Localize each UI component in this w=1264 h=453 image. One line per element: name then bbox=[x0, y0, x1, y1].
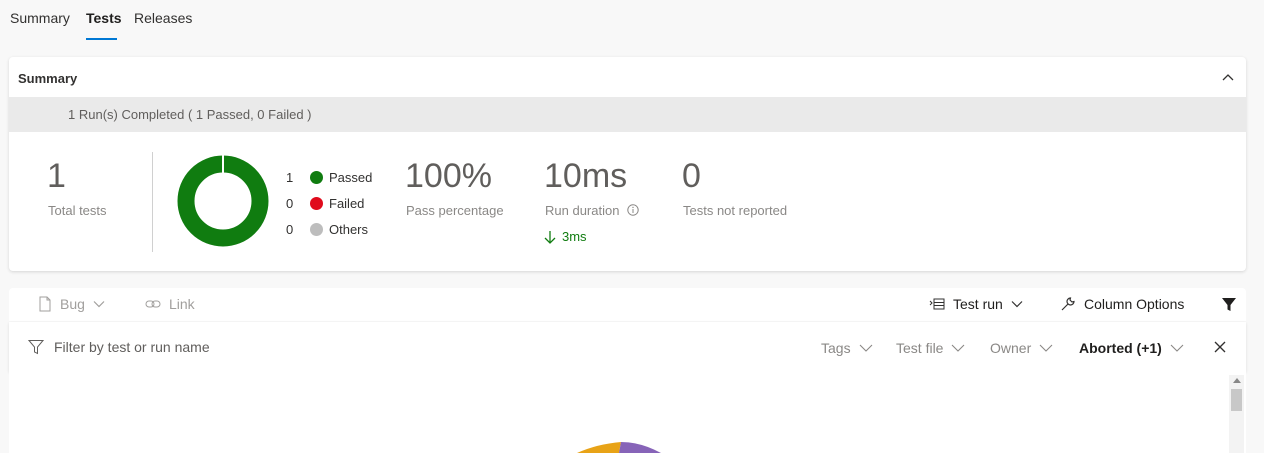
legend-passed-count: 1 bbox=[286, 170, 294, 185]
outcome-donut-chart bbox=[177, 155, 269, 247]
tab-tests[interactable]: Tests bbox=[86, 10, 122, 26]
passed-dot-icon bbox=[310, 171, 323, 184]
failed-dot-icon bbox=[310, 197, 323, 210]
tab-releases[interactable]: Releases bbox=[134, 10, 192, 26]
column-options-button[interactable]: Column Options bbox=[1060, 296, 1184, 312]
vertical-scrollbar[interactable] bbox=[1229, 375, 1244, 453]
run-summary-banner: 1 Run(s) Completed ( 1 Passed, 0 Failed … bbox=[9, 97, 1246, 132]
run-duration-label-wrap: Run duration bbox=[545, 203, 639, 218]
summary-card: Summary 1 Run(s) Completed ( 1 Passed, 0… bbox=[9, 57, 1246, 271]
legend-failed-count: 0 bbox=[286, 196, 294, 211]
filter-bar: Filter by test or run name Tags Test fil… bbox=[9, 322, 1246, 372]
legend-others: 0 Others bbox=[286, 222, 368, 237]
filter-outline-icon bbox=[28, 340, 44, 355]
wrench-icon bbox=[1061, 297, 1075, 311]
legend-failed-label: Failed bbox=[329, 196, 365, 211]
link-icon bbox=[145, 300, 161, 308]
chevron-down-icon bbox=[952, 344, 965, 352]
divider bbox=[152, 152, 153, 252]
legend-passed-label: Passed bbox=[329, 170, 373, 185]
donut-passed-segment bbox=[177, 155, 269, 247]
link-button[interactable]: Link bbox=[145, 296, 195, 312]
results-content bbox=[9, 372, 1246, 453]
total-tests-label: Total tests bbox=[48, 203, 107, 218]
not-reported-label: Tests not reported bbox=[683, 203, 788, 218]
arrow-down-icon bbox=[544, 230, 556, 244]
results-toolbar: Bug Link Test run Column Options bbox=[9, 288, 1246, 321]
legend-others-label: Others bbox=[329, 222, 369, 237]
scroll-up-arrow-icon[interactable] bbox=[1233, 378, 1241, 383]
run-duration-delta-value: 3ms bbox=[562, 229, 587, 244]
chevron-down-icon bbox=[1011, 301, 1023, 308]
column-options-label: Column Options bbox=[1084, 296, 1185, 312]
legend-passed: 1 Passed bbox=[286, 170, 372, 185]
tags-dropdown[interactable]: Tags bbox=[821, 340, 873, 356]
link-label: Link bbox=[169, 296, 195, 312]
run-duration-delta: 3ms bbox=[544, 229, 587, 244]
test-file-label: Test file bbox=[896, 340, 944, 356]
chevron-down-icon bbox=[859, 344, 872, 352]
group-by-icon bbox=[929, 298, 945, 310]
bug-button[interactable]: Bug bbox=[38, 296, 105, 312]
total-tests-value: 1 bbox=[47, 157, 66, 195]
outcome-dropdown[interactable]: Aborted (+1) bbox=[1079, 340, 1184, 356]
chevron-down-icon bbox=[1170, 344, 1184, 352]
pass-percentage-value: 100% bbox=[405, 157, 492, 195]
tags-label: Tags bbox=[821, 340, 851, 356]
info-icon[interactable] bbox=[627, 204, 639, 216]
test-run-label: Test run bbox=[953, 296, 1003, 312]
filter-icon[interactable] bbox=[1221, 297, 1237, 313]
filter-search-placeholder: Filter by test or run name bbox=[54, 339, 210, 355]
test-run-groupby-button[interactable]: Test run bbox=[929, 296, 1023, 312]
active-tab-indicator bbox=[86, 38, 117, 40]
owner-label: Owner bbox=[990, 340, 1032, 356]
legend-failed: 0 Failed bbox=[286, 196, 364, 211]
filter-search[interactable]: Filter by test or run name bbox=[28, 339, 210, 355]
tab-summary[interactable]: Summary bbox=[10, 10, 70, 26]
outcome-label: Aborted (+1) bbox=[1079, 340, 1162, 356]
chevron-down-icon bbox=[1039, 344, 1053, 352]
scrollbar-thumb[interactable] bbox=[1231, 389, 1242, 411]
bug-label: Bug bbox=[60, 296, 85, 312]
chevron-down-icon bbox=[93, 301, 105, 308]
summary-title: Summary bbox=[18, 71, 78, 86]
chevron-up-icon[interactable] bbox=[1220, 69, 1236, 85]
not-reported-value: 0 bbox=[682, 157, 701, 195]
legend-others-count: 0 bbox=[286, 222, 294, 237]
document-icon bbox=[39, 296, 51, 312]
test-file-dropdown[interactable]: Test file bbox=[896, 340, 965, 356]
owner-dropdown[interactable]: Owner bbox=[990, 340, 1053, 356]
pivot-tabs: Summary Tests Releases bbox=[0, 0, 1264, 42]
run-duration-label: Run duration bbox=[545, 203, 620, 218]
clear-filters-icon[interactable] bbox=[1214, 341, 1226, 353]
loading-spinner-icon bbox=[577, 442, 661, 453]
run-duration-value: 10ms bbox=[544, 157, 628, 195]
pass-percentage-label: Pass percentage bbox=[406, 203, 504, 218]
others-dot-icon bbox=[310, 223, 323, 236]
